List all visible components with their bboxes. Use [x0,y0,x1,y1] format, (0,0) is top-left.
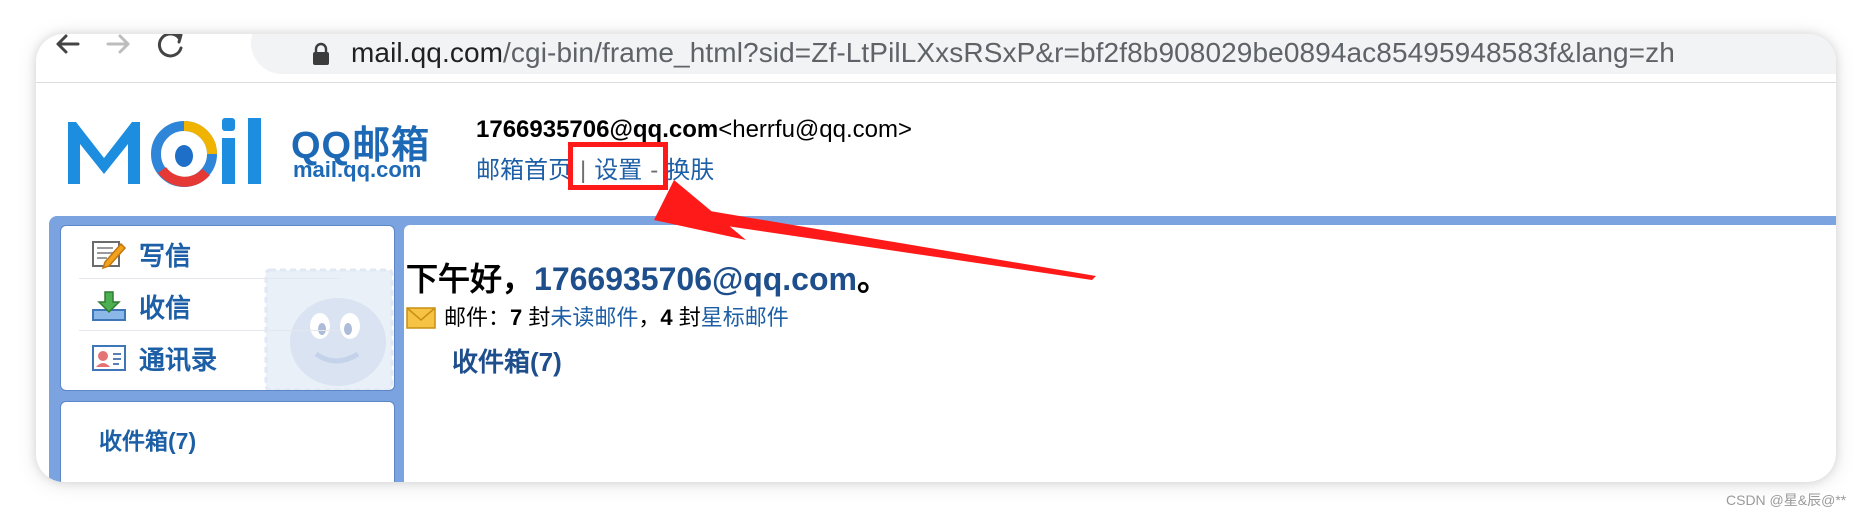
forward-arrow-icon [106,34,130,54]
unread-unit: 封 [522,305,551,330]
unread-mail-link[interactable]: 未读邮件 [550,305,638,330]
greeting-prefix: 下午好， [406,261,535,297]
sidebar-actions: 写信 收信 通讯录 [60,225,395,391]
compose-icon [92,241,127,270]
account-address: 1766935706@qq.com [476,116,719,143]
url-host: mail.qq.com [351,37,504,68]
unread-count: 7 [510,305,523,330]
sidebar-item-compose[interactable]: 写信 [79,228,339,279]
greeting: 下午好，1766935706@qq.com。 [406,254,889,300]
address-bar[interactable]: mail.qq.com/cgi-bin/frame_html?sid=Zf-Lt… [251,34,1836,74]
change-skin-link[interactable]: 换肤 [666,157,714,184]
reload-button[interactable] [150,34,194,76]
browser-toolbar: mail.qq.com/cgi-bin/frame_html?sid=Zf-Lt… [36,34,1836,83]
starred-mail-link[interactable]: 星标邮件 [701,305,789,330]
browser-window: mail.qq.com/cgi-bin/frame_html?sid=Zf-Lt… [36,34,1836,482]
starred-count: 4 [660,305,673,330]
url-text: mail.qq.com/cgi-bin/frame_html?sid=Zf-Lt… [351,37,1675,69]
mailbox-home-link[interactable]: 邮箱首页 [476,157,572,184]
greeting-suffix: 。 [856,261,889,297]
receive-icon [92,291,126,321]
reload-icon [157,34,183,58]
account-alias: <herrfu@qq.com> [718,116,913,143]
starred-unit: 封 [672,305,701,330]
sidebar-item-label: 收信 [139,293,192,323]
sidebar-item-label: 通讯录 [139,345,218,375]
settings-highlight-box [568,142,668,190]
brand-domain: mail.qq.com [293,157,422,182]
stats-prefix: 邮件： [444,305,511,330]
sidebar-folder-inbox[interactable]: 收件箱(7) [99,422,196,456]
sidebar-item-receive[interactable]: 收信 [79,280,339,331]
contacts-icon [92,345,126,371]
sidebar-item-contacts[interactable]: 通讯录 [79,332,339,382]
back-arrow-icon [56,34,80,54]
watermark: CSDN @星&辰@** [1726,492,1847,508]
back-button[interactable] [46,34,90,76]
stats-comma: ， [638,305,661,330]
inbox-link[interactable]: 收件箱(7) [452,342,562,379]
envelope-icon [406,307,436,329]
greeting-email: 1766935706@qq.com [534,261,857,297]
forward-button[interactable] [98,34,142,76]
url-path: /cgi-bin/frame_html?sid=Zf-LtPilLXxsRSxP… [503,37,1675,68]
sidebar-item-label: 写信 [139,241,192,271]
sidebar-folders: 收件箱(7) [60,401,395,482]
mail-stats: 邮件：7 封未读邮件，4 封星标邮件 [406,300,789,332]
lock-icon [313,42,329,65]
qqmail-logo[interactable] [66,112,276,188]
account-info: 1766935706@qq.com<herrfu@qq.com> [476,116,912,144]
